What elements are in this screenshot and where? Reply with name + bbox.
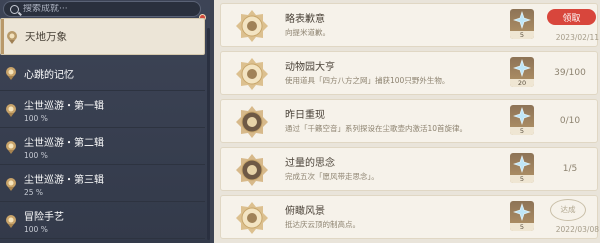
achievement-category-icon [6, 178, 16, 191]
primogem-reward: 20 [510, 57, 534, 87]
primogem-icon [513, 11, 531, 29]
achievement-category-icon [6, 141, 16, 154]
achievement-emblem-icon [236, 58, 268, 90]
reward-amount: 5 [510, 127, 534, 135]
completed-stamp: 达成 [550, 199, 586, 221]
achievement-progress: 0/10 [559, 116, 581, 126]
reward-amount: 20 [510, 79, 534, 87]
sidebar-item-label: 尘世巡游・第二辑 [24, 138, 104, 149]
primogem-reward: 5 [510, 153, 534, 183]
primogem-icon [513, 107, 531, 125]
achievement-category-icon [6, 67, 16, 80]
sidebar-item-xintiao-jiyi[interactable]: 心跳的记忆 [0, 56, 205, 91]
sidebar-item-label: 冒险手艺 [24, 212, 64, 223]
achievement-title: 昨日重现 [285, 110, 325, 121]
sidebar-item-chenshi-xunyou-1[interactable]: 尘世巡游・第一辑 100 % [0, 93, 205, 128]
search-input[interactable] [23, 4, 193, 14]
achievement-card[interactable]: 略表歉意 向提米道歉。 5 领取 2023/02/11 [220, 3, 599, 47]
achievement-card[interactable]: 昨日重现 通过「千籁空音」系列探设在尘歌壶内激活10首旋律。 5 0/10 [220, 99, 598, 143]
achievement-progress: 1/5 [562, 164, 578, 174]
sidebar-item-label: 尘世巡游・第三辑 [24, 175, 104, 186]
sidebar-item-tiandi-wanxiang[interactable]: 天地万象 [0, 18, 205, 55]
achievement-title: 略表歉意 [285, 14, 325, 25]
sidebar-scrollbar[interactable] [207, 28, 210, 240]
sidebar-item-maoxian-shouyi[interactable]: 冒险手艺 100 % [0, 204, 205, 239]
achievement-description: 向提米道歉。 [285, 28, 330, 37]
achievement-card[interactable]: 动物园大亨 使用道具「四方八方之网」捕获100只野外生物。 20 39/100 [220, 51, 598, 95]
achievement-emblem-icon [236, 10, 268, 42]
achievement-list: 略表歉意 向提米道歉。 5 领取 2023/02/11 动物园大亨 使用道具「四… [214, 0, 600, 243]
sidebar-item-label: 天地万象 [25, 31, 67, 43]
reward-amount: 5 [510, 31, 534, 39]
primogem-reward: 5 [510, 9, 534, 39]
achievement-category-sidebar: 天地万象 心跳的记忆 尘世巡游・第一辑 100 % 尘世巡游・第二辑 100 [0, 0, 210, 243]
achievement-emblem-icon [236, 106, 268, 138]
achievement-date: 2023/02/11 [555, 33, 599, 42]
primogem-icon [513, 203, 531, 221]
achievement-emblem-icon [236, 202, 268, 234]
achievement-title: 动物园大亨 [285, 62, 335, 73]
achievement-title: 俯瞰风景 [285, 206, 325, 217]
sidebar-item-label: 尘世巡游・第一辑 [24, 101, 104, 112]
primogem-reward: 5 [510, 105, 534, 135]
reward-amount: 5 [510, 223, 534, 231]
sidebar-item-chenshi-xunyou-2[interactable]: 尘世巡游・第二辑 100 % [0, 130, 205, 165]
search-icon [10, 4, 19, 14]
primogem-icon [513, 59, 531, 77]
primogem-icon [513, 155, 531, 173]
sidebar-item-percent: 100 % [24, 114, 48, 123]
achievement-category-icon [7, 30, 17, 44]
achievement-description: 完成五次「愿风带走思念」。 [285, 172, 379, 181]
achievement-emblem-icon [236, 154, 268, 186]
claim-button[interactable]: 领取 [547, 9, 596, 25]
sidebar-item-label: 心跳的记忆 [24, 69, 74, 81]
achievement-category-icon [6, 215, 16, 228]
achievement-card[interactable]: 俯瞰风景 抵达庆云顶的制高点。 5 达成 2022/03/08 [220, 195, 599, 239]
reward-amount: 5 [510, 175, 534, 183]
achievement-date: 2022/03/08 [555, 225, 599, 234]
achievement-progress: 39/100 [554, 68, 586, 78]
sidebar-item-chenshi-xunyou-3[interactable]: 尘世巡游・第三辑 25 % [0, 167, 205, 202]
sidebar-item-percent: 100 % [24, 225, 48, 234]
primogem-reward: 5 [510, 201, 534, 231]
search-bar[interactable] [3, 1, 201, 17]
achievement-description: 使用道具「四方八方之网」捕获100只野外生物。 [285, 76, 450, 85]
achievement-title: 过量的思念 [285, 158, 335, 169]
sidebar-item-percent: 25 % [24, 188, 44, 197]
achievement-description: 通过「千籁空音」系列探设在尘歌壶内激活10首旋律。 [285, 124, 468, 133]
achievement-description: 抵达庆云顶的制高点。 [285, 220, 360, 229]
sidebar-item-percent: 100 % [24, 151, 48, 160]
selected-indicator [1, 19, 4, 54]
achievement-category-icon [6, 104, 16, 117]
achievement-card[interactable]: 过量的思念 完成五次「愿风带走思念」。 5 1/5 [220, 147, 598, 191]
